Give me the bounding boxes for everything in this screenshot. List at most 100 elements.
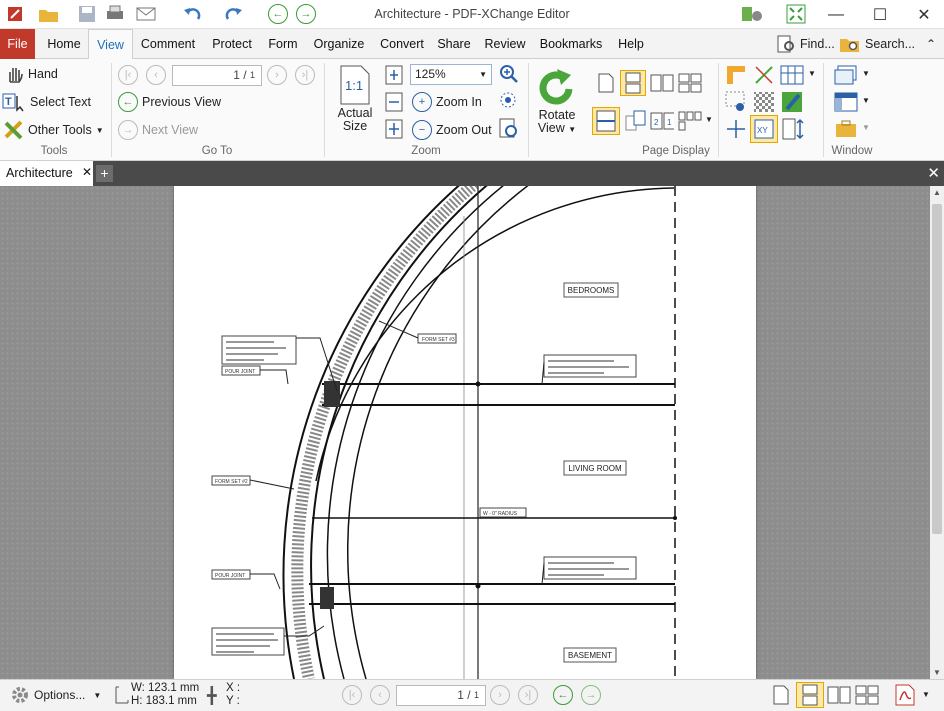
menu-view[interactable]: View (88, 29, 133, 60)
fit-page-icon[interactable] (382, 63, 406, 87)
rulers-icon[interactable] (724, 63, 748, 87)
loupe-tool-icon[interactable] (497, 117, 521, 141)
zoom-tool-icon[interactable] (497, 62, 521, 86)
zoom-in-button[interactable]: + Zoom In (412, 92, 482, 112)
options-button[interactable]: Options... ▼ (10, 685, 101, 705)
snap-to-content-icon[interactable] (724, 90, 748, 114)
status-two-pages-continuous-icon[interactable] (855, 685, 879, 705)
previous-view-button[interactable]: ← Previous View (118, 92, 221, 112)
workspace-dropdown-icon[interactable]: ▼ (862, 123, 870, 132)
fit-visible-icon[interactable] (382, 117, 406, 141)
panes-icon[interactable] (834, 90, 858, 114)
transparency-grid-icon[interactable] (752, 90, 776, 114)
new-window-icon[interactable] (834, 63, 858, 87)
cover-page-icon[interactable] (678, 109, 702, 133)
panes-dropdown-icon[interactable]: ▼ (862, 96, 870, 105)
page-layout-icon[interactable] (624, 109, 648, 133)
close-window-button[interactable]: ✕ (902, 0, 944, 29)
collapse-ribbon-icon[interactable]: ⌃ (926, 33, 936, 55)
find-button[interactable]: Find... (776, 33, 835, 55)
two-pages-icon[interactable] (650, 71, 674, 95)
scroll-up-icon[interactable]: ▲ (933, 188, 941, 197)
fullscreen-icon[interactable] (784, 3, 808, 25)
menu-share[interactable]: Share (434, 29, 474, 59)
vertical-scrollbar[interactable]: ▲ ▼ (930, 186, 944, 679)
dynamic-zoom-icon[interactable] (497, 89, 521, 113)
save-icon[interactable] (76, 3, 98, 25)
goto-page-field[interactable]: 1 / 1 (172, 65, 262, 86)
grid-icon[interactable] (780, 63, 804, 87)
new-tab-button[interactable]: + (96, 165, 113, 182)
document-tab[interactable]: Architecture ✕ (0, 161, 93, 186)
hand-tool-button[interactable]: Hand (4, 64, 58, 84)
forward-nav-icon[interactable]: → (294, 3, 318, 25)
next-page-button[interactable]: › (267, 65, 287, 85)
first-page-button[interactable]: |‹ (118, 65, 138, 85)
workspace-icon[interactable] (834, 117, 858, 141)
email-icon[interactable] (132, 3, 162, 25)
menu-organize[interactable]: Organize (308, 29, 370, 59)
print-icon[interactable] (104, 3, 126, 25)
page-layout-dropdown-icon[interactable]: ▼ (705, 115, 713, 124)
zoom-level-field[interactable]: 125% ▼ (410, 64, 492, 85)
scrollbar-thumb[interactable] (932, 204, 942, 534)
open-folder-icon[interactable] (34, 3, 64, 25)
color-picker-icon[interactable] (780, 90, 804, 114)
status-previous-page-button[interactable]: ‹ (370, 685, 390, 705)
menu-home[interactable]: Home (40, 29, 88, 59)
guides-icon[interactable] (752, 63, 776, 87)
last-page-button[interactable]: ›| (295, 65, 315, 85)
status-first-page-button[interactable]: |‹ (342, 685, 362, 705)
scroll-down-icon[interactable]: ▼ (933, 668, 941, 677)
pdf-page[interactable]: FORM SET #3 FORM SET #2 POUR JOINT POUR … (174, 186, 756, 679)
new-window-dropdown-icon[interactable]: ▼ (862, 69, 870, 78)
close-document-icon[interactable]: ✕ (927, 164, 940, 182)
status-previous-view-button[interactable]: ← (553, 685, 573, 705)
menu-protect[interactable]: Protect (206, 29, 258, 59)
status-single-page-icon[interactable] (773, 685, 789, 705)
rotate-view-button[interactable]: Rotate View ▼ (534, 67, 580, 136)
menu-bookmarks[interactable]: Bookmarks (535, 29, 607, 59)
pdf-dropdown-icon[interactable]: ▼ (922, 690, 930, 699)
pdf-document-icon[interactable] (894, 684, 916, 706)
split-view-icon[interactable] (592, 107, 620, 135)
document-workspace[interactable]: FORM SET #3 FORM SET #2 POUR JOINT POUR … (0, 186, 930, 679)
menu-convert[interactable]: Convert (375, 29, 429, 59)
back-nav-icon[interactable]: ← (266, 3, 290, 25)
close-tab-icon[interactable]: ✕ (82, 165, 92, 179)
menu-comment[interactable]: Comment (135, 29, 201, 59)
menu-review[interactable]: Review (480, 29, 530, 59)
menu-form[interactable]: Form (263, 29, 303, 59)
minimize-button[interactable]: — (814, 0, 858, 29)
fit-width-icon[interactable] (382, 90, 406, 114)
zoom-out-button[interactable]: − Zoom Out (412, 120, 492, 140)
crosshair-icon[interactable] (724, 117, 748, 141)
status-two-pages-icon[interactable] (827, 686, 851, 704)
single-page-continuous-icon[interactable] (620, 70, 646, 96)
page-sizes-icon[interactable] (782, 117, 806, 141)
maximize-button[interactable]: ☐ (858, 0, 902, 29)
menu-file[interactable]: File (0, 29, 35, 59)
coordinates-icon[interactable]: XY (750, 115, 778, 143)
app-icon[interactable] (4, 3, 26, 25)
grid-dropdown-icon[interactable]: ▼ (808, 69, 816, 78)
single-page-icon[interactable] (594, 71, 618, 95)
select-text-button[interactable]: T Select Text (2, 92, 91, 112)
previous-page-button[interactable]: ‹ (146, 65, 166, 85)
search-button[interactable]: Search... (839, 33, 915, 55)
page-numbers-icon[interactable]: 21 (650, 109, 674, 133)
two-pages-continuous-icon[interactable] (678, 71, 702, 95)
menu-help[interactable]: Help (613, 29, 649, 59)
redo-icon[interactable] (218, 3, 248, 25)
status-page-field[interactable]: 1 / 1 (396, 685, 486, 706)
status-next-page-button[interactable]: › (490, 685, 510, 705)
customize-toolbar-icon[interactable] (736, 3, 770, 25)
actual-size-button[interactable]: 1:1 Actual Size (334, 65, 376, 133)
other-tools-button[interactable]: Other Tools ▼ (4, 120, 104, 140)
status-next-view-button[interactable]: → (581, 685, 601, 705)
next-view-button[interactable]: → Next View (118, 120, 198, 140)
status-continuous-icon[interactable] (796, 682, 824, 708)
status-last-page-button[interactable]: ›| (518, 685, 538, 705)
zoom-dropdown-arrow-icon[interactable]: ▼ (479, 65, 487, 84)
undo-icon[interactable] (178, 3, 208, 25)
